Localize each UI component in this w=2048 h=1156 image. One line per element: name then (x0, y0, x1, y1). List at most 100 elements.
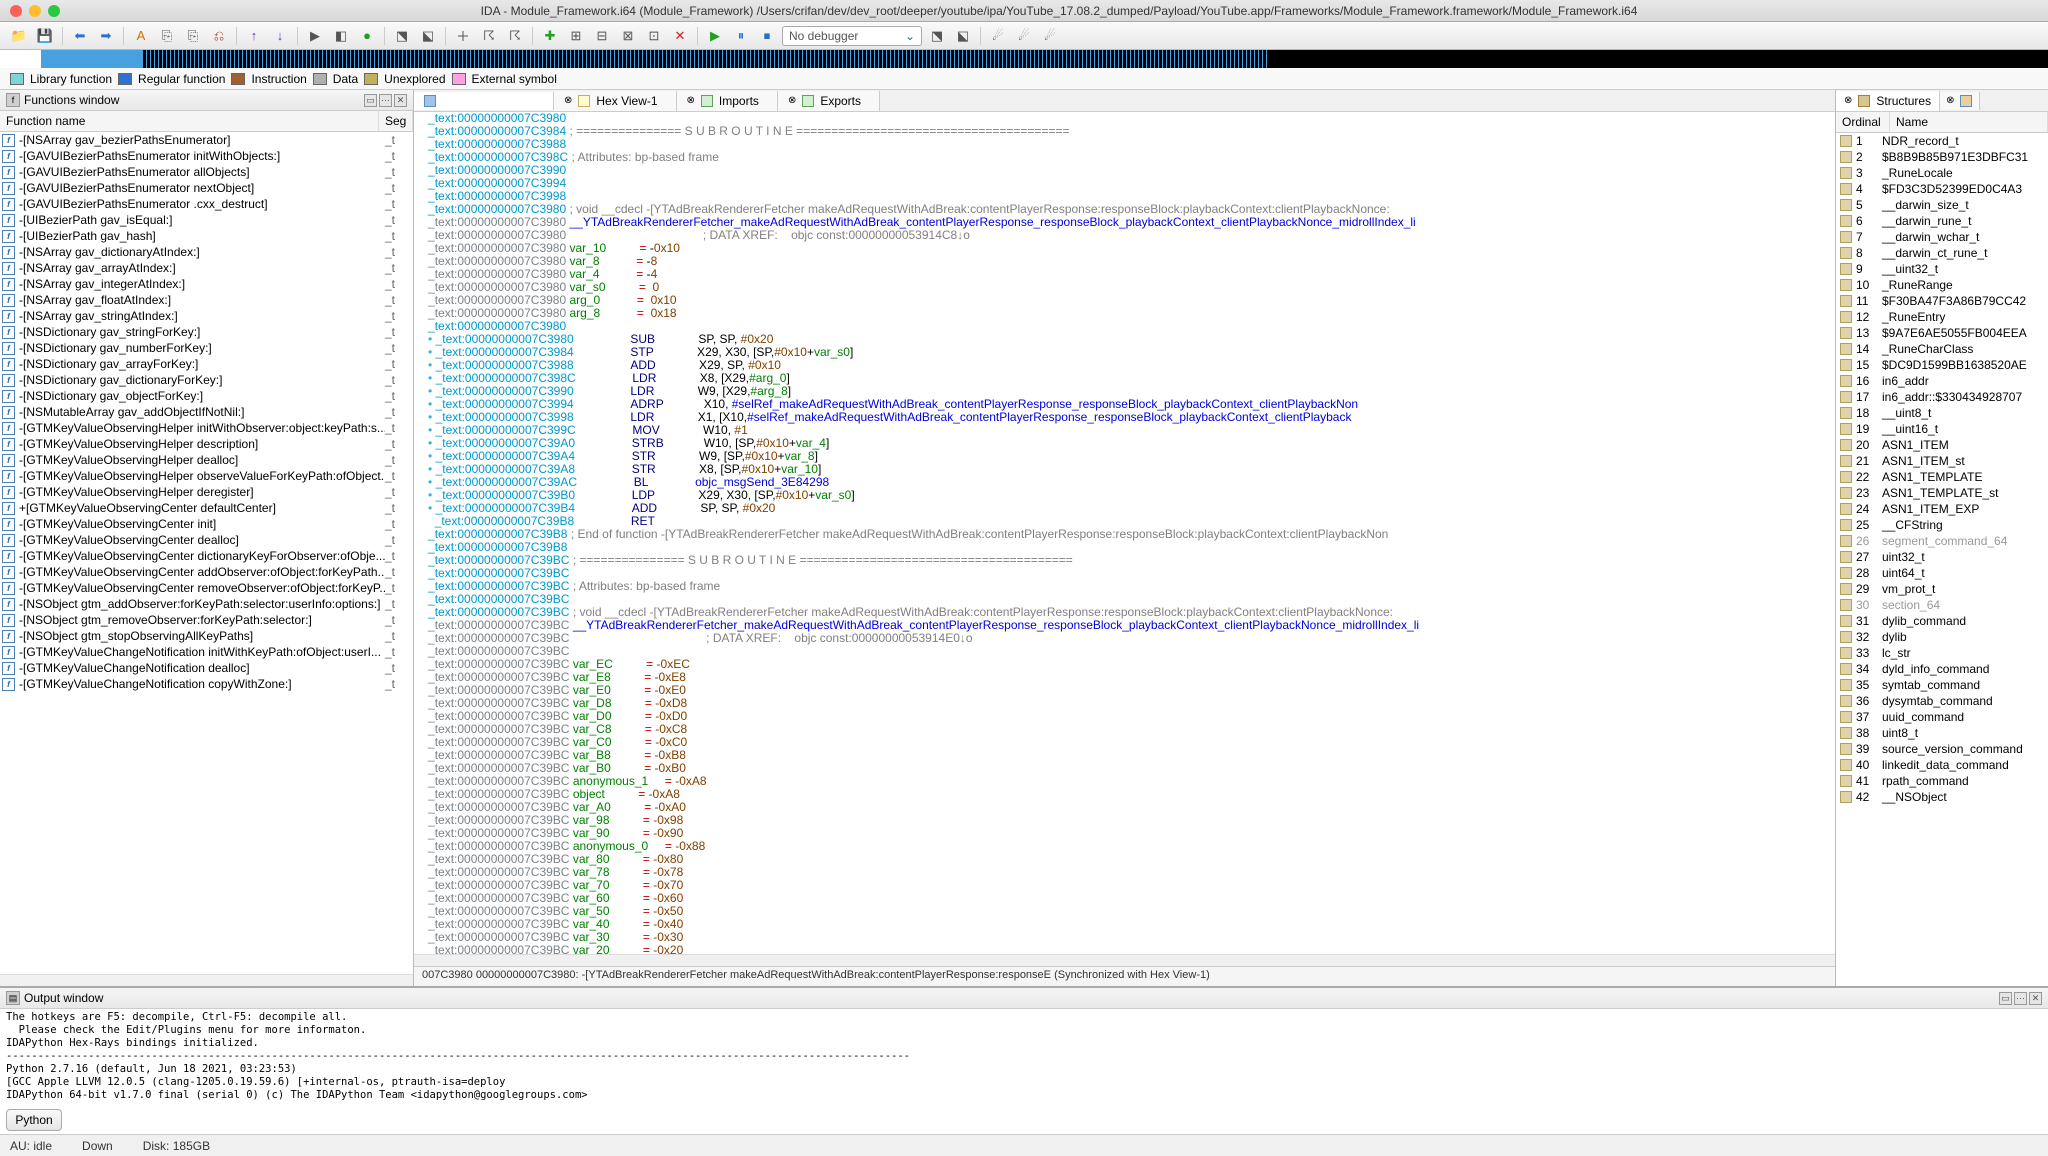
struct-row[interactable]: 16in6_addr (1836, 373, 2048, 389)
function-row[interactable]: f-[GAVUIBezierPathsEnumerator allObjects… (0, 164, 413, 180)
function-row[interactable]: f-[GTMKeyValueObservingHelper deregister… (0, 484, 413, 500)
nav-overview[interactable] (0, 50, 2048, 68)
struct-row[interactable]: 6__darwin_rune_t (1836, 213, 2048, 229)
tab-unknown[interactable]: ⊗ (1940, 92, 1980, 110)
tool-d-icon[interactable]: ⎌ (208, 26, 230, 46)
play-icon[interactable]: ▶ (704, 26, 726, 46)
col-seg[interactable]: Seg (379, 111, 413, 131)
col-ordinal[interactable]: Ordinal (1836, 112, 1890, 132)
struct-row[interactable]: 23ASN1_TEMPLATE_st (1836, 485, 2048, 501)
function-row[interactable]: f-[GTMKeyValueObservingCenter dictionary… (0, 548, 413, 564)
function-row[interactable]: f-[GTMKeyValueChangeNotification dealloc… (0, 660, 413, 676)
function-row[interactable]: f-[NSObject gtm_removeObserver:forKeyPat… (0, 612, 413, 628)
struct-list[interactable]: 1NDR_record_t2$B8B9B85B971E3DBFC313_Rune… (1836, 133, 2048, 986)
rec-icon[interactable]: ● (356, 26, 378, 46)
struct-row[interactable]: 34dyld_info_command (1836, 661, 2048, 677)
pane-dock-icon[interactable]: ▭ (364, 94, 377, 107)
function-row[interactable]: f-[GTMKeyValueObservingCenter addObserve… (0, 564, 413, 580)
struct-row[interactable]: 39source_version_command (1836, 741, 2048, 757)
out-close-icon[interactable]: ✕ (2029, 992, 2042, 1005)
function-row[interactable]: f-[GTMKeyValueChangeNotification initWit… (0, 644, 413, 660)
t9-icon[interactable]: ⊠ (617, 26, 639, 46)
function-row[interactable]: f-[GTMKeyValueObservingCenter init]_t (0, 516, 413, 532)
function-row[interactable]: f-[NSDictionary gav_arrayForKey:]_t (0, 356, 413, 372)
function-row[interactable]: f-[UIBezierPath gav_isEqual:]_t (0, 212, 413, 228)
open-icon[interactable]: 📁 (8, 26, 30, 46)
fwd-icon[interactable]: ➡ (95, 26, 117, 46)
struct-row[interactable]: 30section_64 (1836, 597, 2048, 613)
t10-icon[interactable]: ⊡ (643, 26, 665, 46)
function-row[interactable]: f-[NSMutableArray gav_addObjectIfNotNil:… (0, 404, 413, 420)
function-row[interactable]: f-[GTMKeyValueChangeNotification copyWit… (0, 676, 413, 692)
t4-icon[interactable]: ☈ (478, 26, 500, 46)
struct-row[interactable]: 17in6_addr::$330434928707 (1836, 389, 2048, 405)
output-text[interactable]: The hotkeys are F5: decompile, Ctrl-F5: … (0, 1009, 2048, 1106)
struct-row[interactable]: 12_RuneEntry (1836, 309, 2048, 325)
col-struct-name[interactable]: Name (1890, 112, 2048, 132)
tool-b-icon[interactable]: ⎘ (156, 26, 178, 46)
struct-row[interactable]: 25__CFString (1836, 517, 2048, 533)
tab-exports[interactable]: ⊗Exports (778, 91, 880, 111)
stop-icon[interactable]: ⏹ (756, 26, 778, 46)
struct-row[interactable]: 3_RuneLocale (1836, 165, 2048, 181)
function-row[interactable]: f-[NSArray gav_floatAtIndex:]_t (0, 292, 413, 308)
t3-icon[interactable] (452, 26, 474, 46)
struct-row[interactable]: 9__uint32_t (1836, 261, 2048, 277)
function-row[interactable]: f-[NSArray gav_bezierPathsEnumerator]_t (0, 132, 413, 148)
x-icon[interactable]: ✕ (669, 26, 691, 46)
struct-row[interactable]: 13$9A7E6AE5055FB004EEA (1836, 325, 2048, 341)
function-row[interactable]: f-[NSArray gav_arrayAtIndex:]_t (0, 260, 413, 276)
tool-a-icon[interactable]: A (130, 26, 152, 46)
struct-row[interactable]: 35symtab_command (1836, 677, 2048, 693)
disassembly-view[interactable]: _text:00000000007C3980 _text:00000000007… (414, 112, 1835, 954)
pause-icon[interactable]: ⏸ (730, 26, 752, 46)
struct-row[interactable]: 7__darwin_wchar_t (1836, 229, 2048, 245)
tab-hex-view[interactable]: ⊗Hex View-1 (554, 91, 677, 111)
d2-icon[interactable]: ⬕ (952, 26, 974, 46)
struct-row[interactable]: 22ASN1_TEMPLATE (1836, 469, 2048, 485)
function-row[interactable]: f-[NSDictionary gav_stringForKey:]_t (0, 324, 413, 340)
struct-row[interactable]: 15$DC9D1599BB1638520AE (1836, 357, 2048, 373)
struct-row[interactable]: 37uuid_command (1836, 709, 2048, 725)
t8-icon[interactable]: ⊟ (591, 26, 613, 46)
max-light[interactable] (48, 5, 60, 17)
struct-row[interactable]: 26segment_command_64 (1836, 533, 2048, 549)
d3-icon[interactable]: ☄ (987, 26, 1009, 46)
t7-icon[interactable]: ⊞ (565, 26, 587, 46)
struct-row[interactable]: 4$FD3C3D52399ED0C4A3 (1836, 181, 2048, 197)
function-row[interactable]: f-[GAVUIBezierPathsEnumerator .cxx_destr… (0, 196, 413, 212)
save-icon[interactable]: 💾 (34, 26, 56, 46)
function-row[interactable]: f-[NSDictionary gav_objectForKey:]_t (0, 388, 413, 404)
back-icon[interactable]: ⬅ (69, 26, 91, 46)
function-row[interactable]: f-[NSArray gav_stringAtIndex:]_t (0, 308, 413, 324)
python-button[interactable]: Python (6, 1109, 62, 1131)
struct-row[interactable]: 36dysymtab_command (1836, 693, 2048, 709)
function-row[interactable]: f-[GTMKeyValueObservingCenter removeObse… (0, 580, 413, 596)
function-row[interactable]: f-[NSDictionary gav_dictionaryForKey:]_t (0, 372, 413, 388)
struct-row[interactable]: 14_RuneCharClass (1836, 341, 2048, 357)
debugger-select[interactable]: No debugger ⌄ (782, 26, 922, 46)
down-icon[interactable]: ↓ (269, 26, 291, 46)
close-light[interactable] (10, 5, 22, 17)
function-row[interactable]: f-[GTMKeyValueObservingHelper initWithOb… (0, 420, 413, 436)
struct-row[interactable]: 11$F30BA47F3A86B79CC42 (1836, 293, 2048, 309)
tab-structures[interactable]: ⊗Structures (1836, 91, 1940, 111)
up-icon[interactable]: ↑ (243, 26, 265, 46)
function-row[interactable]: f-[GTMKeyValueObservingHelper observeVal… (0, 468, 413, 484)
tab-ida-view[interactable] (414, 92, 554, 110)
struct-row[interactable]: 41rpath_command (1836, 773, 2048, 789)
d4-icon[interactable]: ☄ (1013, 26, 1035, 46)
struct-row[interactable]: 31dylib_command (1836, 613, 2048, 629)
struct-row[interactable]: 18__uint8_t (1836, 405, 2048, 421)
min-light[interactable] (29, 5, 41, 17)
box-icon[interactable]: ◧ (330, 26, 352, 46)
struct-row[interactable]: 29vm_prot_t (1836, 581, 2048, 597)
d5-icon[interactable]: ☄ (1039, 26, 1061, 46)
function-row[interactable]: f-[GTMKeyValueObservingHelper dealloc]_t (0, 452, 413, 468)
function-row[interactable]: f-[NSObject gtm_addObserver:forKeyPath:s… (0, 596, 413, 612)
struct-row[interactable]: 33lc_str (1836, 645, 2048, 661)
function-row[interactable]: f-[GAVUIBezierPathsEnumerator nextObject… (0, 180, 413, 196)
tab-imports[interactable]: ⊗Imports (677, 91, 778, 111)
function-row[interactable]: f-[GTMKeyValueObservingHelper descriptio… (0, 436, 413, 452)
struct-row[interactable]: 42__NSObject (1836, 789, 2048, 805)
